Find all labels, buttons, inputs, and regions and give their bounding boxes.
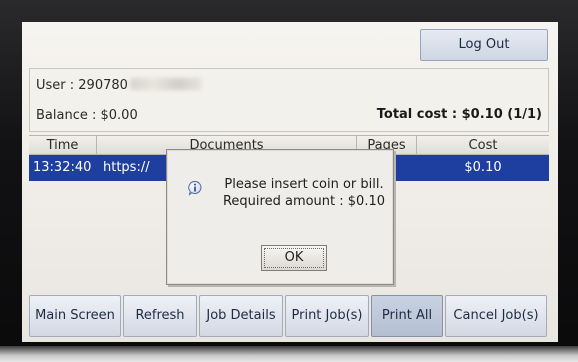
- dialog-line-1: Please insert coin or bill.: [224, 177, 384, 192]
- column-header-time: Time: [29, 136, 97, 155]
- row-time: 13:32:40: [33, 160, 92, 175]
- payment-dialog: Please insert coin or bill. Required amo…: [166, 149, 394, 285]
- dialog-message: Please insert coin or bill. Required amo…: [219, 176, 389, 210]
- refresh-button[interactable]: Refresh: [123, 295, 197, 337]
- row-cost: $0.10: [464, 160, 502, 175]
- user-line: User : 290780: [36, 78, 202, 93]
- print-all-button[interactable]: Print All: [371, 295, 443, 337]
- column-header-cost: Cost: [468, 138, 498, 153]
- bezel-edge: [0, 346, 578, 362]
- dialog-line-2: Required amount : $0.10: [222, 194, 385, 209]
- job-details-button[interactable]: Job Details: [199, 295, 283, 337]
- info-icon: [188, 181, 202, 196]
- logout-button[interactable]: Log Out: [420, 29, 548, 61]
- action-bar: Main Screen Refresh Job Details Print Jo…: [29, 295, 553, 337]
- redacted-user-id: [129, 78, 202, 90]
- print-jobs-button[interactable]: Print Job(s): [285, 295, 369, 337]
- account-info-panel: User : 290780 Balance : $0.00 Total cost…: [29, 68, 549, 132]
- cancel-jobs-button[interactable]: Cancel Job(s): [445, 295, 547, 337]
- kiosk-screen: Log Out User : 290780 Balance : $0.00 To…: [22, 22, 558, 342]
- user-label: User : 290780: [36, 78, 128, 93]
- ok-button[interactable]: OK: [261, 245, 327, 271]
- total-cost-label: Total cost : $0.10 (1/1): [376, 107, 542, 122]
- main-screen-button[interactable]: Main Screen: [29, 295, 121, 337]
- balance-label: Balance : $0.00: [36, 108, 138, 123]
